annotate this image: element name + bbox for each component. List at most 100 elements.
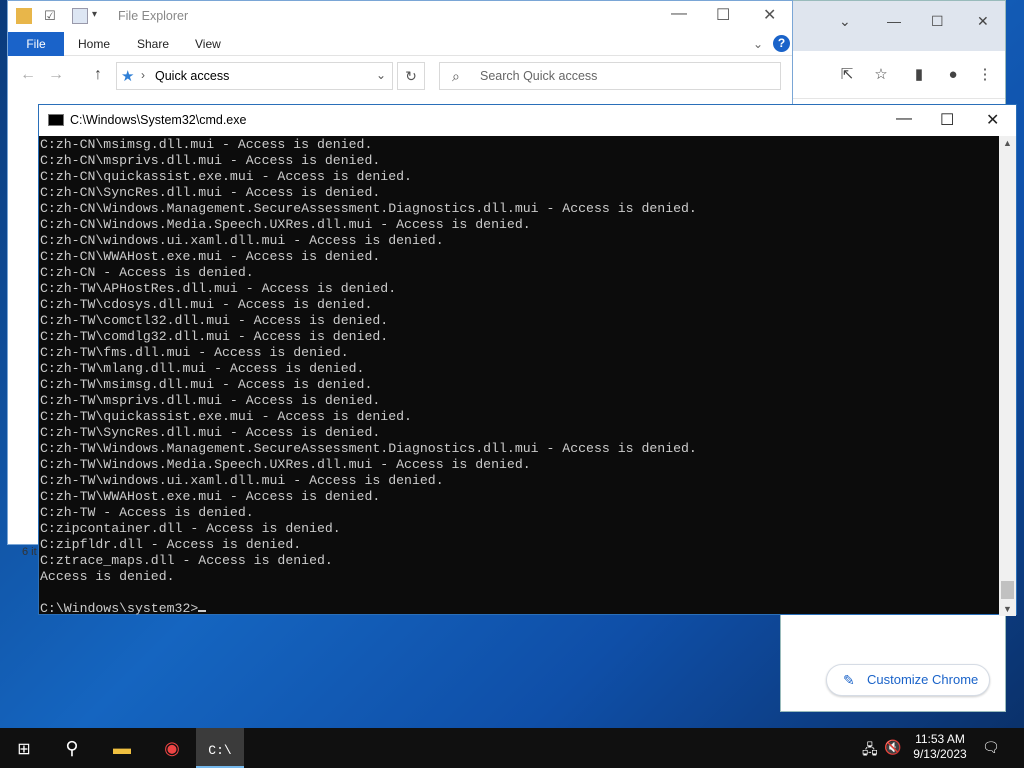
console-line: C:zh-CN - Access is denied. xyxy=(40,265,254,280)
chrome-toolbar: ⇱ ☆ ▮ ● ⋮ xyxy=(781,51,1005,99)
properties-icon[interactable]: ☑ xyxy=(40,6,60,26)
search-input[interactable]: ⌕ Search Quick access xyxy=(439,62,781,90)
taskbar-chrome[interactable]: ◉ xyxy=(148,728,196,768)
console-line: C:zh-TW\msprivs.dll.mui - Access is deni… xyxy=(40,393,381,408)
new-folder-icon[interactable] xyxy=(72,8,88,24)
cmd-icon xyxy=(48,114,64,126)
window-title: File Explorer xyxy=(118,9,189,23)
address-text: Quick access xyxy=(155,69,230,83)
close-icon[interactable]: ✕ xyxy=(763,5,776,25)
notification-icon[interactable]: 🗨 xyxy=(982,739,1000,756)
console-line: C:zh-TW\fms.dll.mui - Access is denied. xyxy=(40,345,349,360)
console-line: C:zh-TW\cdosys.dll.mui - Access is denie… xyxy=(40,297,373,312)
console-output[interactable]: C:zh-CN\msimsg.dll.mui - Access is denie… xyxy=(39,136,1000,616)
breadcrumb-chevron-icon: › xyxy=(141,68,145,82)
search-placeholder: Search Quick access xyxy=(480,69,598,83)
up-arrow-icon[interactable]: ↑ xyxy=(94,66,102,84)
console-line: C:zh-TW\windows.ui.xaml.dll.mui - Access… xyxy=(40,473,444,488)
help-icon[interactable]: ? xyxy=(773,35,790,52)
console-scrollbar[interactable]: ▲ ▼ xyxy=(999,136,1016,616)
clock-time: 11:53 AM xyxy=(915,732,965,746)
cmd-icon: C:\ xyxy=(208,743,232,758)
console-line: C:zh-CN\msimsg.dll.mui - Access is denie… xyxy=(40,137,373,152)
tab-view[interactable]: View xyxy=(195,32,221,56)
tab-file[interactable]: File xyxy=(8,32,64,56)
folder-icon xyxy=(16,8,32,24)
console-line: C:zh-TW\Windows.Management.SecureAssessm… xyxy=(40,441,697,456)
text-cursor xyxy=(198,610,207,612)
customize-chrome-label: Customize Chrome xyxy=(867,672,979,687)
console-line: C:zh-CN\Windows.Management.SecureAssessm… xyxy=(40,201,697,216)
scroll-up-icon[interactable]: ▲ xyxy=(1003,138,1012,148)
maximize-icon[interactable]: ☐ xyxy=(931,13,944,30)
cmd-titlebar: C:\Windows\System32\cmd.exe — ☐ ✕ xyxy=(39,105,1016,136)
share-icon[interactable]: ⇱ xyxy=(837,65,857,85)
console-line: C:zh-TW\SyncRes.dll.mui - Access is deni… xyxy=(40,425,381,440)
customize-qat-icon[interactable]: ▾ xyxy=(92,9,108,25)
chevron-down-icon[interactable]: ⌄ xyxy=(376,68,386,82)
console-line: C:zipfldr.dll - Access is denied. xyxy=(40,537,302,552)
start-button[interactable]: ⊞ xyxy=(0,728,48,768)
quick-access-star-icon: ★ xyxy=(121,68,135,85)
console-line: C:zh-TW\APHostRes.dll.mui - Access is de… xyxy=(40,281,397,296)
profile-avatar-icon[interactable]: ● xyxy=(943,65,963,85)
clock[interactable]: 11:53 AM 9/13/2023 xyxy=(905,732,975,762)
taskbar-cmd[interactable]: C:\ xyxy=(196,728,244,768)
minimize-icon[interactable]: — xyxy=(671,5,687,23)
scroll-thumb[interactable] xyxy=(1001,581,1014,599)
console-line: C:zh-CN\windows.ui.xaml.dll.mui - Access… xyxy=(40,233,444,248)
status-bar-text: 6 it xyxy=(22,546,37,558)
taskbar: ⊞ ⚲ ▬ ◉ C:\ 🖧 🔇 11:53 AM 9/13/2023 🗨 xyxy=(0,728,1024,768)
ribbon-tabs: File Home Share View ⌄ ? xyxy=(8,32,792,56)
more-menu-icon[interactable]: ⋮ xyxy=(975,65,995,85)
minimize-icon[interactable]: — xyxy=(896,110,912,128)
side-panel-icon[interactable]: ▮ xyxy=(909,65,929,85)
folder-icon: ▬ xyxy=(113,738,131,758)
network-icon[interactable]: 🖧 xyxy=(862,739,878,763)
tab-share[interactable]: Share xyxy=(137,32,169,56)
address-bar[interactable]: ★ › Quick access ⌄ xyxy=(116,62,393,90)
console-line: C:zh-CN\msprivs.dll.mui - Access is deni… xyxy=(40,153,381,168)
close-icon[interactable]: ✕ xyxy=(986,110,999,130)
bookmark-star-icon[interactable]: ☆ xyxy=(871,65,891,85)
console-line: C:zh-TW - Access is denied. xyxy=(40,505,254,520)
console-line: C:zh-CN\SyncRes.dll.mui - Access is deni… xyxy=(40,185,381,200)
refresh-icon: ↻ xyxy=(405,68,417,84)
console-line: C:zh-TW\comctl32.dll.mui - Access is den… xyxy=(40,313,389,328)
taskbar-file-explorer[interactable]: ▬ xyxy=(98,728,146,768)
console-line: C:zh-TW\msimsg.dll.mui - Access is denie… xyxy=(40,377,373,392)
maximize-icon[interactable]: ☐ xyxy=(716,5,730,25)
console-line: C:zh-TW\Windows.Media.Speech.UXRes.dll.m… xyxy=(40,457,531,472)
console-line: C:\Windows\system32> xyxy=(40,601,1000,616)
forward-arrow-icon[interactable]: → xyxy=(48,66,64,84)
cmd-window: C:\Windows\System32\cmd.exe — ☐ ✕ C:zh-C… xyxy=(38,104,1017,616)
console-line: C:zh-CN\WWAHost.exe.mui - Access is deni… xyxy=(40,249,381,264)
maximize-icon[interactable]: ☐ xyxy=(940,110,954,130)
console-line: C:zh-TW\comdlg32.dll.mui - Access is den… xyxy=(40,329,389,344)
console-line: C:zipcontainer.dll - Access is denied. xyxy=(40,521,341,536)
refresh-button[interactable]: ↻ xyxy=(397,62,425,90)
volume-muted-icon[interactable]: 🔇 xyxy=(884,739,901,756)
search-icon: ⚲ xyxy=(65,738,79,758)
search-button[interactable]: ⚲ xyxy=(48,728,96,768)
console-line: C:zh-TW\WWAHost.exe.mui - Access is deni… xyxy=(40,489,381,504)
close-icon[interactable]: ✕ xyxy=(977,13,989,30)
chrome-titlebar: ⌄ — ☐ ✕ xyxy=(781,1,1005,51)
console-line: C:zh-CN\Windows.Media.Speech.UXRes.dll.m… xyxy=(40,217,531,232)
console-line: C:ztrace_maps.dll - Access is denied. xyxy=(40,553,333,568)
search-icon: ⌕ xyxy=(452,68,460,84)
chevron-down-icon[interactable]: ⌄ xyxy=(839,13,851,30)
minimize-icon[interactable]: — xyxy=(887,13,901,29)
back-arrow-icon[interactable]: ← xyxy=(20,66,36,84)
console-line: C:zh-TW\mlang.dll.mui - Access is denied… xyxy=(40,361,365,376)
cmd-title: C:\Windows\System32\cmd.exe xyxy=(70,113,247,127)
navigation-bar: ← → ↑ ★ › Quick access ⌄ ↻ ⌕ Search Quic… xyxy=(8,57,792,97)
scroll-down-icon[interactable]: ▼ xyxy=(1003,604,1012,614)
windows-logo-icon: ⊞ xyxy=(17,741,31,758)
tab-home[interactable]: Home xyxy=(78,32,110,56)
customize-chrome-button[interactable]: ✎ Customize Chrome xyxy=(826,664,990,696)
expand-ribbon-icon[interactable]: ⌄ xyxy=(753,32,763,56)
console-line: Access is denied. xyxy=(40,569,175,584)
file-explorer-titlebar: ☑ ▾ File Explorer — ☐ ✕ xyxy=(8,1,792,32)
